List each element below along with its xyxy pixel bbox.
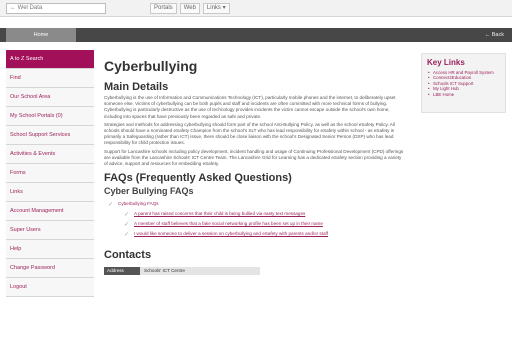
faq-item-fake-profile[interactable]: ✓ A member of staff believes that a fake… bbox=[104, 219, 404, 229]
sidebar-item-our-school-area[interactable]: Our School Area bbox=[6, 88, 94, 107]
contacts-key: Address bbox=[104, 267, 140, 276]
sidebar-item-links[interactable]: Links bbox=[6, 183, 94, 202]
sidebar-item-a-to-z-search[interactable]: A to Z Search bbox=[6, 50, 94, 69]
favorite-portals[interactable]: Portals bbox=[150, 3, 177, 14]
faq-item-label: A parent has raised concerns that their … bbox=[134, 211, 306, 217]
key-links-panel: Key Links Access HR and Payroll System C… bbox=[421, 53, 506, 113]
paragraph-intro: Cyberbullying is the use of Information … bbox=[104, 95, 396, 119]
check-icon: ✓ bbox=[124, 232, 130, 239]
back-link[interactable]: ← Back bbox=[485, 28, 504, 42]
faq-sub-heading: Cyber Bullying FAQs bbox=[104, 186, 194, 197]
sidebar-item-forms[interactable]: Forms bbox=[6, 164, 94, 183]
faq-item-label: I would like someone to deliver a sessio… bbox=[134, 231, 328, 237]
contacts-value: Schools' ICT Centre bbox=[140, 267, 260, 276]
paragraph-strategies: Strategies and methods for addressing cy… bbox=[104, 121, 395, 146]
sidebar-item-help[interactable]: Help bbox=[6, 240, 94, 259]
faq-root-label: Cyberbullying FAQs bbox=[118, 201, 159, 207]
top-navigation: Home ← Back bbox=[0, 28, 512, 42]
sidebar-item-activities-events[interactable]: Activities & Events bbox=[6, 145, 94, 164]
key-links-list: Access HR and Payroll System Connect2Edu… bbox=[427, 70, 500, 97]
back-label: Back bbox=[491, 32, 504, 38]
sidebar-item-school-support-services[interactable]: School Support Services bbox=[6, 126, 94, 145]
tab-home[interactable]: Home bbox=[6, 28, 76, 42]
contacts-row: Address Schools' ICT Centre bbox=[104, 267, 404, 276]
sidebar: A to Z Search Find Our School Area My Sc… bbox=[6, 50, 94, 297]
address-bar[interactable]: ← Wel Data bbox=[6, 3, 106, 14]
faq-item-session[interactable]: ✓ I would like someone to deliver a sess… bbox=[104, 229, 404, 239]
faqs-heading: FAQs (Frequently Asked Questions) bbox=[104, 172, 292, 185]
key-links-title: Key Links bbox=[427, 58, 465, 67]
sidebar-item-account-management[interactable]: Account Management bbox=[6, 202, 94, 221]
browser-toolbar: ← Wel Data Portals Web Links ▾ bbox=[0, 0, 512, 17]
page-title: Cyberbullying bbox=[104, 58, 198, 74]
faq-item-label: A member of staff believes that a fake s… bbox=[134, 221, 323, 227]
faq-root-item[interactable]: ✓ Cyberbullying FAQs bbox=[104, 199, 404, 209]
sidebar-item-my-school-portals[interactable]: My School Portals (0) bbox=[6, 107, 94, 126]
contacts-heading: Contacts bbox=[104, 249, 152, 262]
main-content: Cyberbullying Main Details Cyberbullying… bbox=[104, 55, 404, 276]
faq-item-text-messages[interactable]: ✓ A parent has raised concerns that thei… bbox=[104, 209, 404, 219]
paragraph-support: Support for Lancashire schools including… bbox=[104, 148, 404, 167]
key-link-lbe-home[interactable]: LBE Home bbox=[427, 92, 500, 98]
main-details-heading: Main Details bbox=[104, 81, 169, 93]
sidebar-item-find[interactable]: Find bbox=[6, 69, 94, 88]
favorites-bar: Portals Web Links ▾ bbox=[150, 3, 230, 14]
sidebar-item-logout[interactable]: Logout bbox=[6, 278, 94, 297]
faq-list: ✓ Cyberbullying FAQs ✓ A parent has rais… bbox=[104, 199, 404, 239]
sidebar-item-change-password[interactable]: Change Password bbox=[6, 259, 94, 278]
favorite-links[interactable]: Links ▾ bbox=[202, 3, 230, 14]
sidebar-item-super-users[interactable]: Super Users bbox=[6, 221, 94, 240]
favorite-web[interactable]: Web bbox=[179, 3, 200, 14]
